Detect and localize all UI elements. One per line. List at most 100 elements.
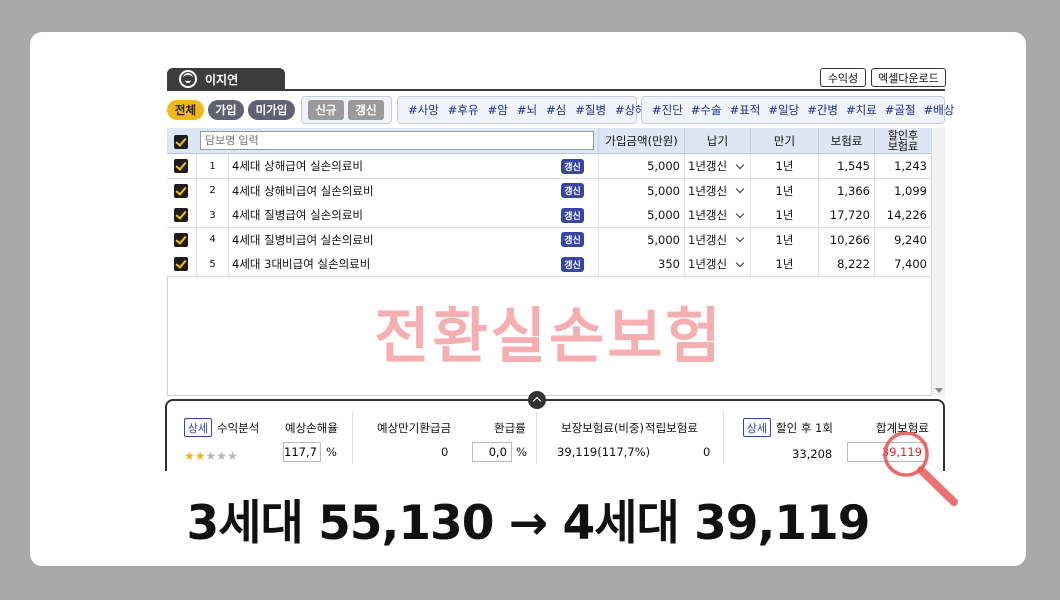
- filter-not-joined-pill[interactable]: 미가입: [248, 100, 295, 120]
- coverage-search-input[interactable]: [200, 131, 594, 150]
- payment-select[interactable]: 1년갱신: [684, 227, 750, 252]
- renew-badge-cell: 갱신: [547, 154, 598, 178]
- payment-select[interactable]: 1년갱신: [684, 203, 750, 227]
- filter-new-button[interactable]: 신규: [308, 100, 344, 120]
- profit-button[interactable]: 수익성: [820, 68, 866, 87]
- filter-renew-button[interactable]: 갱신: [348, 100, 384, 120]
- row-checkbox[interactable]: [174, 257, 188, 271]
- row-number: 4: [196, 227, 228, 252]
- maturity-cell: 1년: [750, 252, 818, 276]
- chevron-down-icon: [735, 184, 745, 194]
- table-row[interactable]: 2 4세대 상해비급여 실손의료비 갱신 5,000 1년갱신 1년 1,366 1,099: [167, 178, 931, 204]
- coverage-name: 4세대 질병급여 실손의료비: [228, 203, 599, 227]
- tag-group-benefit: #진단 #수술 #표적 #일당 #간병 #치료 #골절 #배상: [641, 96, 954, 124]
- expected-loss-label: 예상손해율: [285, 421, 338, 435]
- row-checkbox[interactable]: [174, 232, 188, 247]
- refund-rate-field[interactable]: 0,0: [472, 442, 512, 462]
- accumulated-premium-label: 적립보험료: [645, 421, 698, 435]
- header-rule: [167, 89, 945, 91]
- tag-surgery[interactable]: #수술: [691, 102, 722, 118]
- payment-select[interactable]: 1년갱신: [684, 154, 750, 178]
- tag-treatment[interactable]: #치료: [846, 102, 877, 118]
- star-icon: ★: [184, 449, 195, 463]
- summary-divider: [536, 412, 537, 464]
- chevron-down-icon: [735, 233, 745, 243]
- customer-tab[interactable]: 이지연: [167, 68, 285, 90]
- premium-detail-button[interactable]: 상세: [743, 418, 771, 437]
- profit-analysis-label: 수익분석: [217, 421, 260, 435]
- amount-cell: 5,000: [598, 227, 684, 252]
- scroll-down-arrow-icon[interactable]: [935, 388, 943, 393]
- tag-disease[interactable]: #질병: [575, 102, 606, 118]
- premium-cell: 17,720: [818, 203, 874, 227]
- table-row[interactable]: 5 4세대 3대비급여 실손의료비 갱신 350 1년갱신 1년 8,222 7,400: [167, 252, 931, 277]
- premium-cell: 1,366: [818, 178, 874, 203]
- payment-select[interactable]: 1년갱신: [684, 252, 750, 276]
- chevron-down-icon: [735, 258, 745, 267]
- user-avatar-icon: [179, 70, 197, 88]
- tag-fracture[interactable]: #골절: [885, 102, 916, 118]
- discounted-premium-cell: 14,226: [874, 203, 931, 227]
- payment-value: 1년갱신: [688, 208, 728, 222]
- tag-brain[interactable]: #뇌: [517, 102, 537, 118]
- row-number: 1: [196, 154, 228, 178]
- row-checkbox[interactable]: [174, 183, 188, 198]
- expected-loss-field[interactable]: 117,7: [283, 442, 321, 462]
- payment-value: 1년갱신: [688, 257, 728, 271]
- maturity-cell: 1년: [750, 203, 818, 227]
- summary-divider: [723, 412, 724, 464]
- collapse-panel-icon[interactable]: [528, 391, 546, 409]
- renew-badge-cell: 갱신: [547, 228, 598, 252]
- watermark-text: 전환실손보험: [374, 302, 724, 372]
- payment-select[interactable]: 1년갱신: [684, 178, 750, 203]
- column-premium: 보험료: [818, 128, 874, 154]
- profit-rating-stars: ★★★★★: [184, 445, 238, 464]
- tag-group-coverage: #사망 #후유 #암 #뇌 #심 #질병 #상해: [397, 96, 646, 124]
- excel-download-button[interactable]: 엑셀다운로드: [871, 68, 946, 87]
- row-number: 5: [196, 252, 228, 276]
- column-amount: 가입금액(만원): [598, 128, 684, 154]
- column-payment: 납기: [684, 128, 750, 154]
- tag-death[interactable]: #사망: [408, 102, 439, 118]
- renew-badge-cell: 갱신: [547, 252, 598, 276]
- filter-all-pill[interactable]: 전체: [167, 100, 204, 120]
- premium-cell: 1,545: [818, 154, 874, 178]
- coverage-name: 4세대 3대비급여 실손의료비: [228, 252, 599, 276]
- expected-loss-percent: %: [326, 445, 337, 459]
- discounted-premium-cell: 1,099: [874, 178, 931, 203]
- column-maturity: 만기: [750, 128, 818, 154]
- row-checkbox[interactable]: [174, 159, 188, 173]
- tag-disability[interactable]: #후유: [448, 102, 479, 118]
- star-icon: ★: [216, 449, 228, 463]
- tag-daily[interactable]: #일당: [768, 102, 799, 118]
- amount-cell: 5,000: [598, 178, 684, 203]
- after-discount-value: 33,208: [792, 447, 833, 461]
- select-all-checkbox[interactable]: [174, 135, 188, 149]
- payment-value: 1년갱신: [688, 159, 728, 173]
- table-scrollbar[interactable]: [931, 128, 945, 396]
- comparison-caption: 3세대 55,130 → 4세대 39,119: [186, 496, 871, 551]
- tag-heart[interactable]: #심: [546, 102, 566, 118]
- tag-diagnosis[interactable]: #진단: [652, 102, 683, 118]
- table-row[interactable]: 1 4세대 상해급여 실손의료비 갱신 5,000 1년갱신 1년 1,545 1,243: [167, 154, 931, 179]
- column-discounted-premium: 할인후 보험료: [874, 128, 931, 154]
- tag-liability[interactable]: #배상: [924, 102, 955, 118]
- premium-cell: 8,222: [818, 252, 874, 276]
- payment-value: 1년갱신: [688, 183, 728, 198]
- renew-badge: 갱신: [561, 183, 584, 198]
- tag-nursing[interactable]: #간병: [807, 102, 838, 118]
- tag-cancer[interactable]: #암: [488, 102, 508, 118]
- profit-detail-button[interactable]: 상세: [184, 418, 212, 437]
- row-checkbox[interactable]: [174, 208, 188, 222]
- maturity-refund-label: 예상만기환급금: [377, 421, 452, 435]
- table-row[interactable]: 3 4세대 질병급여 실손의료비 갱신 5,000 1년갱신 1년 17,720 14,226: [167, 203, 931, 228]
- premium-cell: 10,266: [818, 227, 874, 252]
- star-icon: ★: [205, 449, 217, 463]
- renew-badge: 갱신: [561, 207, 584, 223]
- maturity-cell: 1년: [750, 154, 818, 178]
- tag-targeted[interactable]: #표적: [730, 102, 761, 118]
- table-row[interactable]: 4 4세대 질병비급여 실손의료비 갱신 5,000 1년갱신 1년 10,266 9,240: [167, 227, 931, 253]
- payment-value: 1년갱신: [688, 232, 728, 247]
- renew-badge: 갱신: [561, 232, 584, 247]
- filter-joined-pill[interactable]: 가입: [208, 100, 244, 120]
